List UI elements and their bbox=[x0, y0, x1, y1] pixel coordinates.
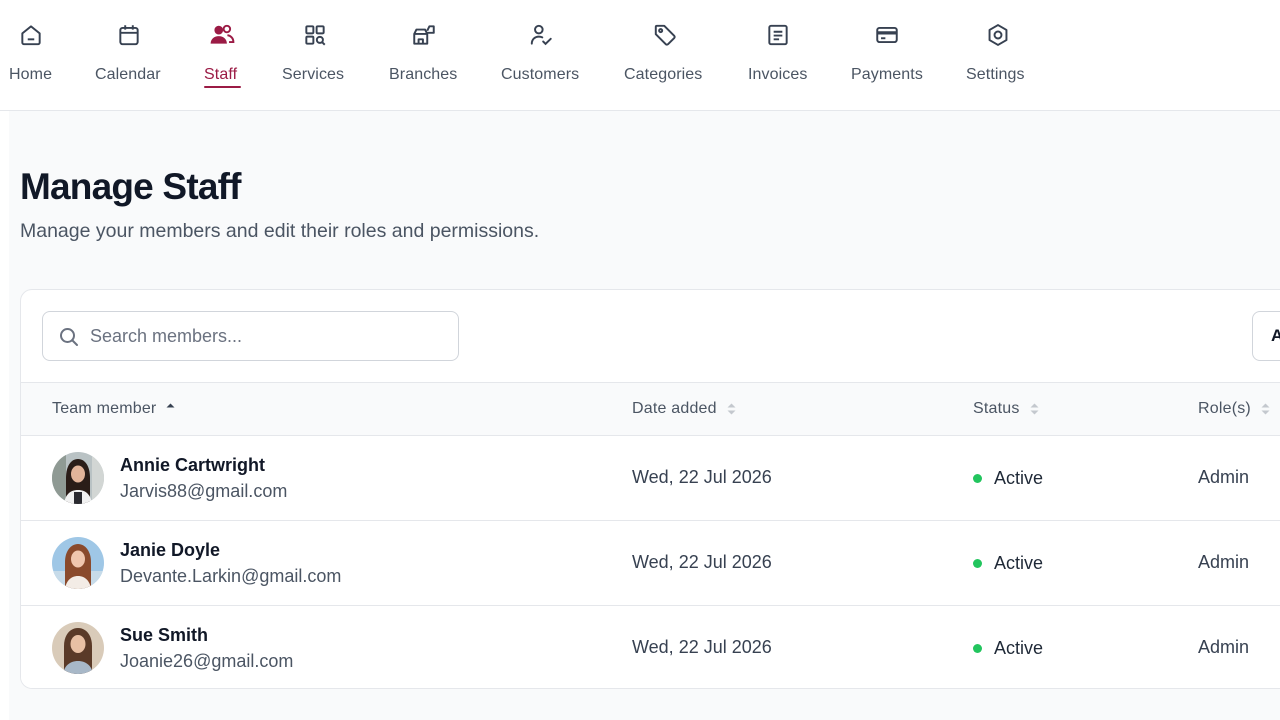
member-name: Janie Doyle bbox=[120, 540, 221, 560]
nav-label-settings: Settings bbox=[966, 66, 1025, 83]
date-added: Wed, 22 Jul 2026 bbox=[632, 467, 772, 487]
column-header-status[interactable]: Status bbox=[973, 383, 1040, 435]
nav-label-staff: Staff bbox=[204, 66, 238, 83]
member-role: Admin bbox=[1198, 552, 1250, 572]
add-member-button[interactable]: A bbox=[1252, 311, 1280, 361]
nav-item-staff[interactable]: Staff bbox=[198, 0, 248, 110]
nav-label-customers: Customers bbox=[501, 66, 580, 83]
top-navigation: Home Calendar Staff Services Branches Cu… bbox=[0, 0, 1280, 111]
staff-icon bbox=[207, 20, 237, 50]
sort-icon bbox=[1029, 402, 1040, 416]
status-badge: Active bbox=[973, 553, 1043, 574]
sort-icon bbox=[726, 402, 737, 416]
sort-ascending-icon bbox=[165, 402, 176, 416]
nav-label-services: Services bbox=[282, 66, 345, 83]
search-field[interactable] bbox=[42, 311, 459, 361]
member-email: Devante.Larkin@gmail.com bbox=[120, 566, 342, 586]
member-name: Annie Cartwright bbox=[120, 455, 266, 475]
column-label: Date added bbox=[632, 400, 717, 417]
active-tab-indicator bbox=[204, 86, 241, 88]
nav-item-branches[interactable]: Branches bbox=[384, 0, 474, 110]
status-active-dot bbox=[973, 644, 982, 653]
date-added: Wed, 22 Jul 2026 bbox=[632, 637, 772, 657]
search-input[interactable] bbox=[90, 312, 450, 360]
main-content: Manage Staff Manage your members and edi… bbox=[9, 111, 1280, 720]
date-added: Wed, 22 Jul 2026 bbox=[632, 552, 772, 572]
avatar bbox=[52, 452, 104, 504]
status-label: Active bbox=[994, 638, 1044, 658]
column-label: Team member bbox=[52, 400, 157, 417]
member-email: Joanie26@gmail.com bbox=[120, 651, 294, 671]
member-role: Admin bbox=[1198, 467, 1250, 487]
column-label: Role(s) bbox=[1198, 400, 1251, 417]
status-badge: Active bbox=[973, 468, 1043, 489]
column-header-team-member[interactable]: Team member bbox=[52, 383, 176, 435]
member-role: Admin bbox=[1198, 637, 1250, 657]
nav-label-branches: Branches bbox=[389, 66, 458, 83]
sort-icon bbox=[1260, 402, 1271, 416]
status-label: Active bbox=[994, 553, 1044, 573]
nav-label-calendar: Calendar bbox=[95, 66, 161, 83]
table-row[interactable]: Janie Doyle Devante.Larkin@gmail.com Wed… bbox=[21, 521, 1280, 606]
card-icon bbox=[872, 20, 902, 50]
table-row[interactable]: Annie Cartwright Jarvis88@gmail.com Wed,… bbox=[21, 436, 1280, 521]
avatar bbox=[52, 622, 104, 674]
nav-item-payments[interactable]: Payments bbox=[846, 0, 930, 110]
status-badge: Active bbox=[973, 638, 1043, 659]
nav-item-calendar[interactable]: Calendar bbox=[90, 0, 170, 110]
tag-icon bbox=[650, 20, 680, 50]
gear-icon bbox=[983, 20, 1013, 50]
column-header-roles[interactable]: Role(s) bbox=[1198, 383, 1271, 435]
staff-table-card: A Team member Date added Status bbox=[20, 289, 1280, 689]
invoice-icon bbox=[763, 20, 793, 50]
nav-item-services[interactable]: Services bbox=[276, 0, 356, 110]
page-title: Manage Staff bbox=[20, 166, 241, 207]
nav-label-home: Home bbox=[9, 66, 53, 83]
page-subtitle: Manage your members and edit their roles… bbox=[20, 220, 540, 242]
column-header-date-added[interactable]: Date added bbox=[632, 383, 737, 435]
member-name: Sue Smith bbox=[120, 625, 209, 645]
status-active-dot bbox=[973, 559, 982, 568]
nav-label-payments: Payments bbox=[851, 66, 923, 83]
nav-label-invoices: Invoices bbox=[748, 66, 808, 83]
branches-icon bbox=[409, 20, 439, 50]
table-row[interactable]: Sue Smith Joanie26@gmail.com Wed, 22 Jul… bbox=[21, 606, 1280, 688]
customers-icon bbox=[526, 20, 556, 50]
calendar-icon bbox=[114, 20, 144, 50]
nav-label-categories: Categories bbox=[624, 66, 703, 83]
column-label: Status bbox=[973, 400, 1020, 417]
nav-item-settings[interactable]: Settings bbox=[961, 0, 1035, 110]
nav-item-invoices[interactable]: Invoices bbox=[742, 0, 818, 110]
member-email: Jarvis88@gmail.com bbox=[120, 481, 288, 501]
table-header: Team member Date added Status Role(s) bbox=[21, 382, 1280, 436]
status-active-dot bbox=[973, 474, 982, 483]
nav-item-home[interactable]: Home bbox=[0, 0, 62, 110]
home-icon bbox=[16, 20, 46, 50]
nav-item-categories[interactable]: Categories bbox=[618, 0, 714, 110]
avatar bbox=[52, 537, 104, 589]
search-icon bbox=[57, 325, 81, 349]
nav-item-customers[interactable]: Customers bbox=[496, 0, 592, 110]
services-icon bbox=[300, 20, 330, 50]
status-label: Active bbox=[994, 468, 1044, 488]
